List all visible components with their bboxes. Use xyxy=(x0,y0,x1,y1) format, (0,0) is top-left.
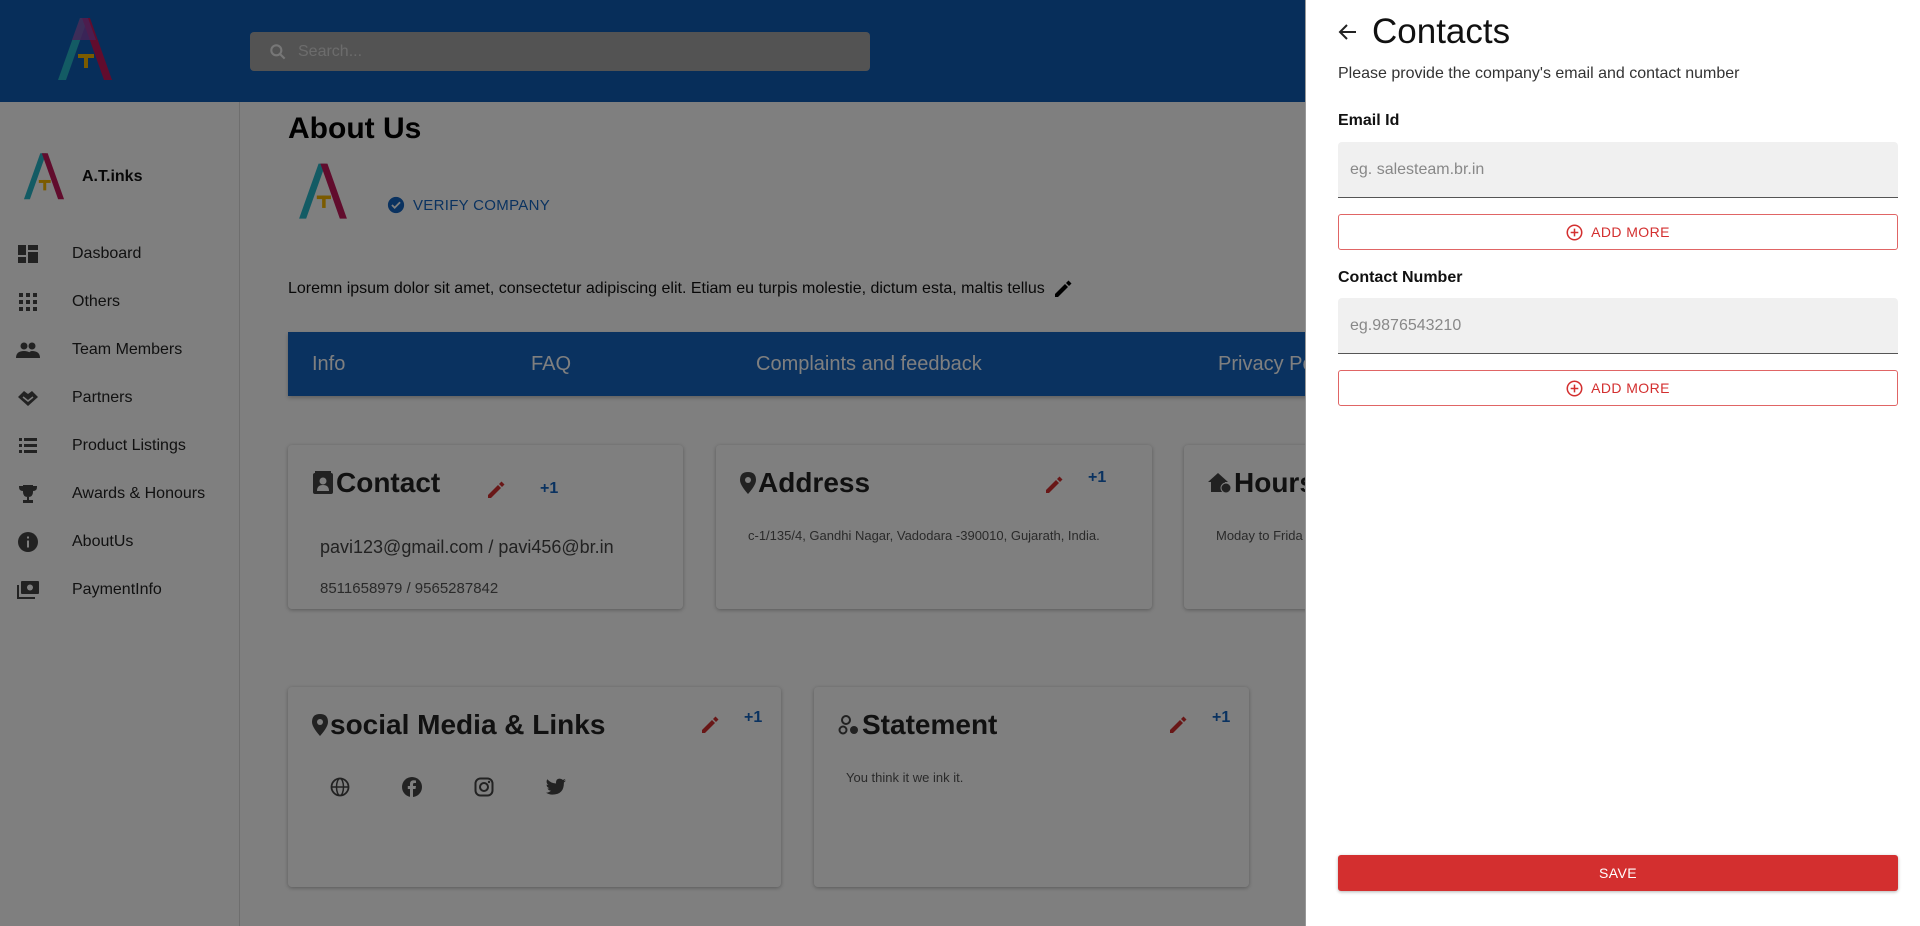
add-circle-icon xyxy=(1566,224,1583,240)
contact-number-field[interactable] xyxy=(1338,298,1898,354)
drawer-header: Contacts xyxy=(1338,12,1510,52)
contact-number-label: Contact Number xyxy=(1338,269,1463,286)
drawer-subtitle: Please provide the company's email and c… xyxy=(1338,65,1740,82)
drawer-title: Contacts xyxy=(1372,12,1511,51)
save-button[interactable]: SAVE xyxy=(1338,855,1898,891)
add-more-label: ADD MORE xyxy=(1591,380,1670,396)
back-arrow-icon[interactable] xyxy=(1338,22,1358,42)
email-field[interactable] xyxy=(1338,142,1898,198)
email-input[interactable] xyxy=(1338,142,1898,197)
add-more-label: ADD MORE xyxy=(1591,224,1670,240)
add-more-phone-button[interactable]: ADD MORE xyxy=(1338,370,1898,406)
contact-number-input[interactable] xyxy=(1338,298,1898,353)
add-circle-icon xyxy=(1566,380,1583,396)
email-label: Email Id xyxy=(1338,112,1400,129)
add-more-email-button[interactable]: ADD MORE xyxy=(1338,214,1898,250)
contacts-drawer: Contacts Please provide the company's em… xyxy=(1305,0,1920,926)
